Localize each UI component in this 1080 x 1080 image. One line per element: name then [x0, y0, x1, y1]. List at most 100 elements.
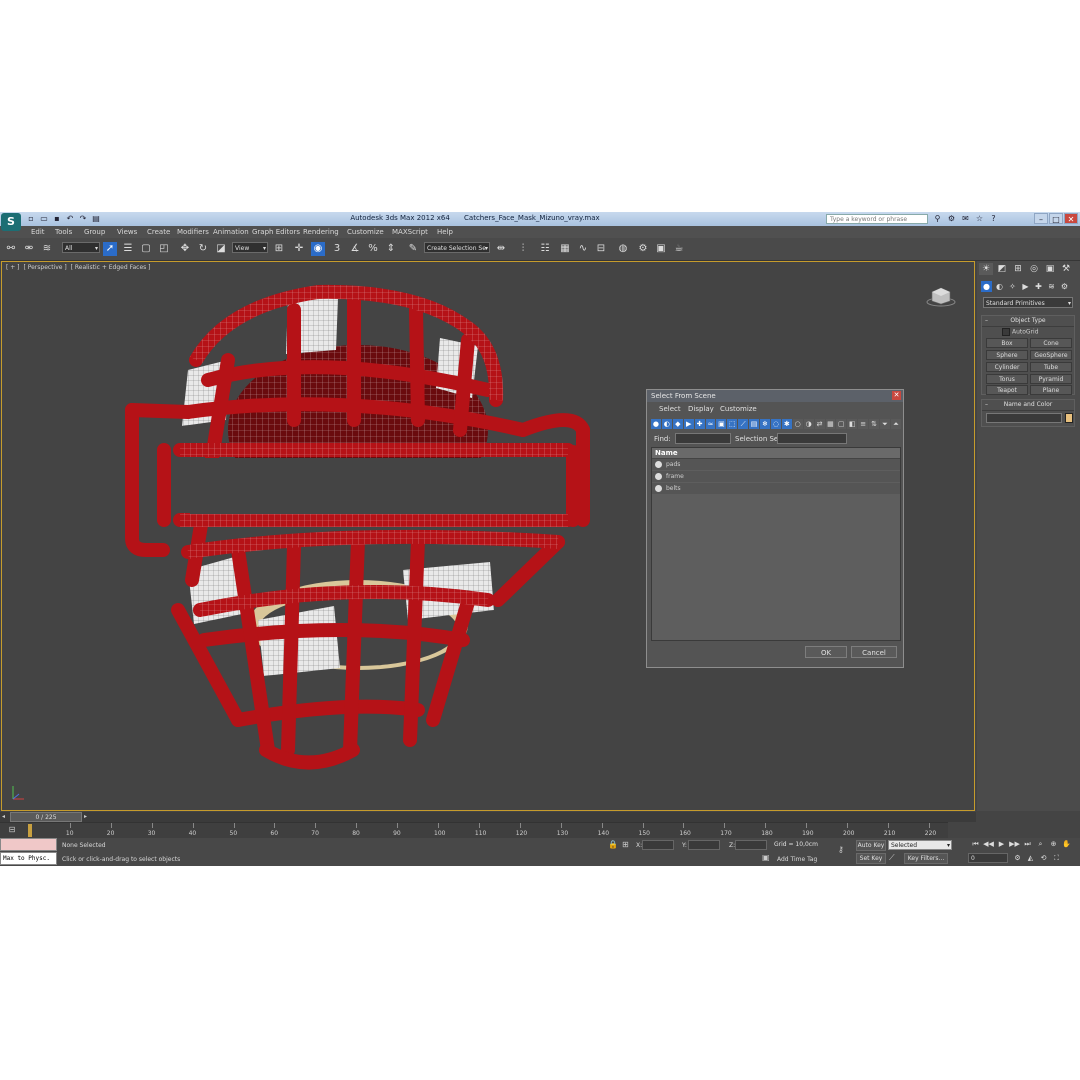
display-all-icon[interactable]: ✱	[781, 419, 792, 429]
track-bar[interactable]: ⊟ 10 20 30 40 50 60 70 80 90 100 110 120 130 140 150 16…	[0, 822, 948, 839]
lock-selection-icon[interactable]: 🔒	[608, 840, 618, 849]
dialog-menu-customize[interactable]: Customize	[720, 405, 757, 413]
shapes-category-icon[interactable]: ◐	[994, 281, 1005, 292]
ok-button[interactable]: OK	[805, 646, 847, 658]
list-item[interactable]: belts	[652, 483, 900, 495]
viewcube-icon[interactable]	[926, 284, 956, 308]
mini-curve-editor-icon[interactable]: ⊟	[6, 825, 18, 835]
object-type-header[interactable]: – Object Type	[982, 316, 1074, 327]
go-to-start-icon[interactable]: ⏮	[970, 839, 981, 849]
current-frame-input[interactable]: 0	[968, 853, 1008, 863]
time-slider-thumb[interactable]: 0 / 225	[10, 812, 82, 822]
cancel-button[interactable]: Cancel	[851, 646, 897, 658]
redo-icon[interactable]: ↷	[78, 214, 88, 224]
selection-set-dropdown[interactable]	[777, 433, 847, 444]
help-icon[interactable]: ?	[988, 213, 999, 224]
keyboard-shortcut-override-icon[interactable]: ◉	[311, 242, 325, 256]
select-object-icon[interactable]: ➚	[103, 242, 117, 256]
rotate-icon[interactable]: ↻	[196, 242, 210, 256]
tube-button[interactable]: Tube	[1030, 362, 1072, 372]
reference-coordinate-dropdown[interactable]: View	[232, 242, 268, 254]
snaps-toggle-icon[interactable]: 3	[330, 242, 344, 256]
render-setup-icon[interactable]: ⚙	[636, 242, 650, 256]
material-editor-icon[interactable]: ◍	[616, 242, 630, 256]
time-config-icon[interactable]: ⚙	[1012, 853, 1023, 863]
teapot-button[interactable]: Teapot	[986, 385, 1028, 395]
geosphere-button[interactable]: GeoSphere	[1030, 350, 1072, 360]
menu-animation[interactable]: Animation	[213, 228, 249, 236]
pivot-center-icon[interactable]: ⊞	[272, 242, 286, 256]
search-input[interactable]: Type a keyword or phrase	[826, 214, 928, 224]
select-all-icon[interactable]: ▦	[825, 419, 836, 429]
select-none-icon[interactable]: ▢	[836, 419, 847, 429]
link-icon[interactable]: ⚯	[4, 242, 18, 256]
mirror-icon[interactable]: ⇹	[494, 242, 508, 256]
maxscript-listener-input[interactable]: Max to Physc.	[0, 852, 57, 865]
create-tab-icon[interactable]: ☀	[979, 263, 993, 275]
scale-icon[interactable]: ◪	[214, 242, 228, 256]
filter-containers-icon[interactable]: ▤	[749, 419, 760, 429]
filter-shapes-icon[interactable]: ◐	[661, 419, 672, 429]
box-button[interactable]: Box	[986, 338, 1028, 348]
plane-button[interactable]: Plane	[1030, 385, 1072, 395]
window-crossing-icon[interactable]: ◰	[157, 242, 171, 256]
auto-key-button[interactable]: Auto Key	[856, 840, 886, 851]
orbit-icon[interactable]: ⟲	[1038, 853, 1049, 863]
viewport-shading-label[interactable]: [ Realistic + Edged Faces ]	[71, 264, 151, 271]
viewport-menu-label[interactable]: [ + ]	[6, 264, 20, 271]
pan-icon[interactable]: ✋	[1061, 839, 1072, 849]
maximize-viewport-icon[interactable]: ⛶	[1051, 853, 1062, 863]
list-item[interactable]: pads	[652, 459, 900, 471]
list-item[interactable]: frame	[652, 471, 900, 483]
sync-selection-icon[interactable]: ⇄	[814, 419, 825, 429]
filter-options-icon[interactable]: ⏶	[890, 419, 901, 429]
render-production-icon[interactable]: ☕	[672, 242, 686, 256]
name-column-header[interactable]: Name	[652, 448, 900, 459]
maxscript-listener-output[interactable]	[0, 838, 57, 851]
rectangular-selection-icon[interactable]: ▢	[139, 242, 153, 256]
minimize-icon[interactable]: –	[1034, 213, 1048, 224]
play-icon[interactable]: ▶	[996, 839, 1007, 849]
motion-tab-icon[interactable]: ◎	[1027, 263, 1041, 275]
filter-xrefs-icon[interactable]: ⬚	[727, 419, 738, 429]
edit-named-selection-icon[interactable]: ✎	[406, 242, 420, 256]
filter-hidden-icon[interactable]: ◌	[770, 419, 781, 429]
curve-editor-icon[interactable]: ∿	[576, 242, 590, 256]
sphere-button[interactable]: Sphere	[986, 350, 1028, 360]
previous-frame-icon[interactable]: ◀◀	[983, 839, 994, 849]
menu-create[interactable]: Create	[147, 228, 170, 236]
layer-manager-icon[interactable]: ☷	[538, 242, 552, 256]
save-icon[interactable]: ▪	[52, 214, 62, 224]
display-tab-icon[interactable]: ▣	[1043, 263, 1057, 275]
cameras-category-icon[interactable]: ▶	[1020, 281, 1031, 292]
y-coordinate-input[interactable]	[688, 840, 720, 850]
key-mode-dropdown[interactable]: Selected	[888, 840, 952, 850]
helpers-category-icon[interactable]: ✚	[1033, 281, 1044, 292]
name-and-color-header[interactable]: – Name and Color	[982, 400, 1074, 411]
menu-help[interactable]: Help	[437, 228, 453, 236]
filter-funnel-icon[interactable]: ⏷	[880, 419, 890, 429]
add-time-tag[interactable]: Add Time Tag	[777, 856, 817, 863]
absolute-mode-icon[interactable]: ⊞	[622, 840, 629, 849]
systems-category-icon[interactable]: ⚙	[1059, 281, 1070, 292]
selection-filter-dropdown[interactable]: All	[62, 242, 100, 254]
new-file-icon[interactable]: ▫	[26, 214, 36, 224]
maximize-icon[interactable]: □	[1049, 213, 1063, 224]
named-selection-dropdown[interactable]: Create Selection Se	[424, 242, 490, 254]
set-keys-key-icon[interactable]: ⚷	[838, 845, 844, 854]
set-key-button[interactable]: Set Key	[856, 853, 886, 864]
dialog-close-icon[interactable]: ✕	[892, 391, 901, 400]
filter-groups-icon[interactable]: ▣	[716, 419, 727, 429]
menu-graph-editors[interactable]: Graph Editors	[252, 228, 300, 236]
subscription-icon[interactable]: ⚙	[946, 213, 957, 224]
object-list[interactable]: Name pads frame belts	[651, 447, 901, 641]
select-from-scene-dialog[interactable]: Select From Scene ✕ Select Display Custo…	[646, 389, 904, 668]
utilities-tab-icon[interactable]: ⚒	[1059, 263, 1073, 275]
dialog-menu-select[interactable]: Select	[659, 405, 681, 413]
close-icon[interactable]: ✕	[1064, 213, 1078, 224]
find-case-icon[interactable]: ⇅	[869, 419, 880, 429]
graphite-ribbon-icon[interactable]: ▦	[558, 242, 572, 256]
menu-views[interactable]: Views	[117, 228, 137, 236]
spacewarps-category-icon[interactable]: ≋	[1046, 281, 1057, 292]
menu-customize[interactable]: Customize	[347, 228, 384, 236]
